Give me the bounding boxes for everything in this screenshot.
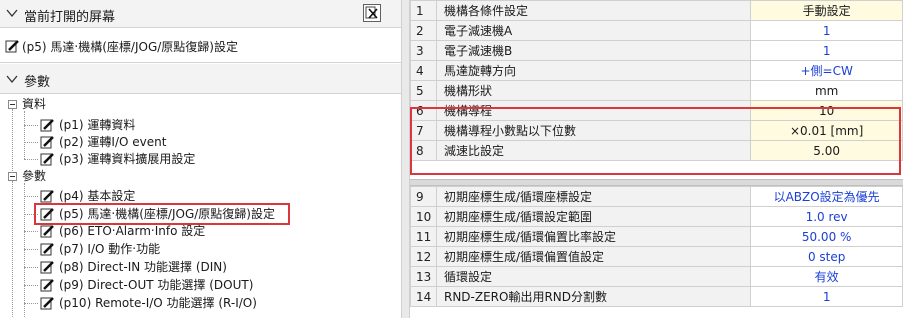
parameter-value[interactable]: 手動設定 [750, 0, 903, 21]
tree-item-p1[interactable]: (p1) 運轉資料 [59, 116, 135, 134]
tree-group-params[interactable]: 參數 [22, 167, 46, 185]
row-number: 14 [410, 286, 437, 307]
table-row[interactable]: 13 循環設定 有效 [410, 266, 903, 287]
tree-item-p7[interactable]: (p7) I/O 動作‧功能 [59, 240, 160, 258]
close-icon[interactable] [363, 4, 381, 22]
tree-item-p8[interactable]: (p8) Direct-IN 功能選擇 (DIN) [59, 258, 227, 276]
tree-group-data[interactable]: 資料 [22, 95, 46, 113]
edit-pencil-icon [40, 297, 54, 310]
tree-item-p9[interactable]: (p9) Direct-OUT 功能選擇 (DOUT) [59, 276, 253, 294]
row-number: 11 [410, 226, 437, 247]
row-number: 2 [410, 20, 437, 41]
edit-pencil-icon [5, 40, 19, 53]
parameter-name: 馬達旋轉方向 [435, 60, 752, 81]
current-screen-label: (p5) 馬達‧機構(座標/JOG/原點復歸)設定 [22, 40, 238, 54]
parameter-value[interactable]: 以ABZO設定為優先 [750, 186, 903, 207]
parameter-value[interactable]: mm [750, 80, 903, 101]
edit-pencil-icon [40, 225, 54, 238]
parameter-table-lower: 9 初期座標生成/循環座標設定 以ABZO設定為優先 10 初期座標生成/循環設定範圍… [410, 186, 903, 307]
table-row[interactable]: 5 機構形狀 mm [410, 80, 903, 101]
params-header[interactable]: 參數 [0, 64, 401, 94]
row-number: 12 [410, 246, 437, 267]
table-row[interactable]: 2 電子減速機A 1 [410, 20, 903, 41]
edit-pencil-icon [40, 190, 54, 203]
parameter-name: RND-ZERO輸出用RND分割數 [435, 286, 752, 307]
parameter-name: 電子減速機B [435, 40, 752, 61]
parameter-value[interactable]: 0 step [750, 246, 903, 267]
parameter-name: 初期座標生成/循環偏置比率設定 [435, 226, 752, 247]
table-row[interactable]: 14 RND-ZERO輸出用RND分割數 1 [410, 286, 903, 307]
left-panel: 當前打開的屏幕 (p5) 馬達‧機構(座標/JOG/原點復歸)設定 參數 資料 … [0, 0, 401, 318]
parameter-value[interactable]: 1 [750, 40, 903, 61]
table-row[interactable]: 12 初期座標生成/循環偏置值設定 0 step [410, 246, 903, 267]
edit-pencil-icon [40, 153, 54, 166]
parameter-value[interactable]: 50.00 % [750, 226, 903, 247]
tree-item-p2[interactable]: (p2) 運轉I/O event [59, 133, 166, 151]
params-title: 參數 [24, 75, 51, 90]
rows-highlight-box [410, 107, 901, 175]
edit-pencil-icon [40, 279, 54, 292]
parameter-name: 初期座標生成/循環座標設定 [435, 186, 752, 207]
parameter-name: 循環設定 [435, 266, 752, 287]
panel-splitter[interactable] [401, 0, 410, 318]
open-screens-header[interactable]: 當前打開的屏幕 [0, 0, 401, 28]
parameter-grid-panel: 1 機構各條件設定 手動設定 2 電子減速機A 1 3 電子減速機B 1 4 馬達旋轉方向 +側… [410, 0, 903, 318]
row-number: 13 [410, 266, 437, 287]
parameter-value[interactable]: 有效 [750, 266, 903, 287]
edit-pencil-icon [40, 261, 54, 274]
table-row[interactable]: 3 電子減速機B 1 [410, 40, 903, 61]
chevron-down-icon[interactable] [6, 73, 18, 85]
collapse-toggle-data[interactable] [8, 100, 17, 109]
parameter-value[interactable]: 1 [750, 286, 903, 307]
table-row[interactable]: 1 機構各條件設定 手動設定 [410, 0, 903, 21]
row-number: 10 [410, 206, 437, 227]
parameter-name: 機構形狀 [435, 80, 752, 101]
tree-item-p3[interactable]: (p3) 運轉資料擴展用設定 [59, 150, 195, 168]
row-number: 9 [410, 186, 437, 207]
open-screens-title: 當前打開的屏幕 [24, 10, 116, 25]
row-number: 4 [410, 60, 437, 81]
tree-item-p10[interactable]: (p10) Remote-I/O 功能選擇 (R-I/O) [59, 294, 257, 312]
table-row[interactable]: 9 初期座標生成/循環座標設定 以ABZO設定為優先 [410, 186, 903, 207]
table-row[interactable]: 4 馬達旋轉方向 +側=CW [410, 60, 903, 81]
parameter-value[interactable]: 1 [750, 20, 903, 41]
row-number: 3 [410, 40, 437, 61]
parameter-name: 初期座標生成/循環設定範圍 [435, 206, 752, 227]
parameter-name: 機構各條件設定 [435, 0, 752, 21]
parameter-value[interactable]: 1.0 rev [750, 206, 903, 227]
table-group-divider [410, 179, 903, 186]
collapse-toggle-params[interactable] [8, 172, 17, 181]
parameter-name: 初期座標生成/循環偏置值設定 [435, 246, 752, 267]
edit-pencil-icon [40, 136, 54, 149]
edit-pencil-icon [40, 243, 54, 256]
parameter-name: 電子減速機A [435, 20, 752, 41]
table-row[interactable]: 10 初期座標生成/循環設定範圍 1.0 rev [410, 206, 903, 227]
current-screen-item[interactable]: (p5) 馬達‧機構(座標/JOG/原點復歸)設定 [0, 29, 401, 63]
edit-pencil-icon [40, 119, 54, 132]
row-number: 1 [410, 0, 437, 21]
chevron-down-icon[interactable] [6, 7, 18, 19]
table-row[interactable]: 11 初期座標生成/循環偏置比率設定 50.00 % [410, 226, 903, 247]
parameter-value[interactable]: +側=CW [750, 60, 903, 81]
row-number: 5 [410, 80, 437, 101]
tree-item-p6[interactable]: (p6) ETO‧Alarm‧Info 設定 [59, 222, 205, 240]
